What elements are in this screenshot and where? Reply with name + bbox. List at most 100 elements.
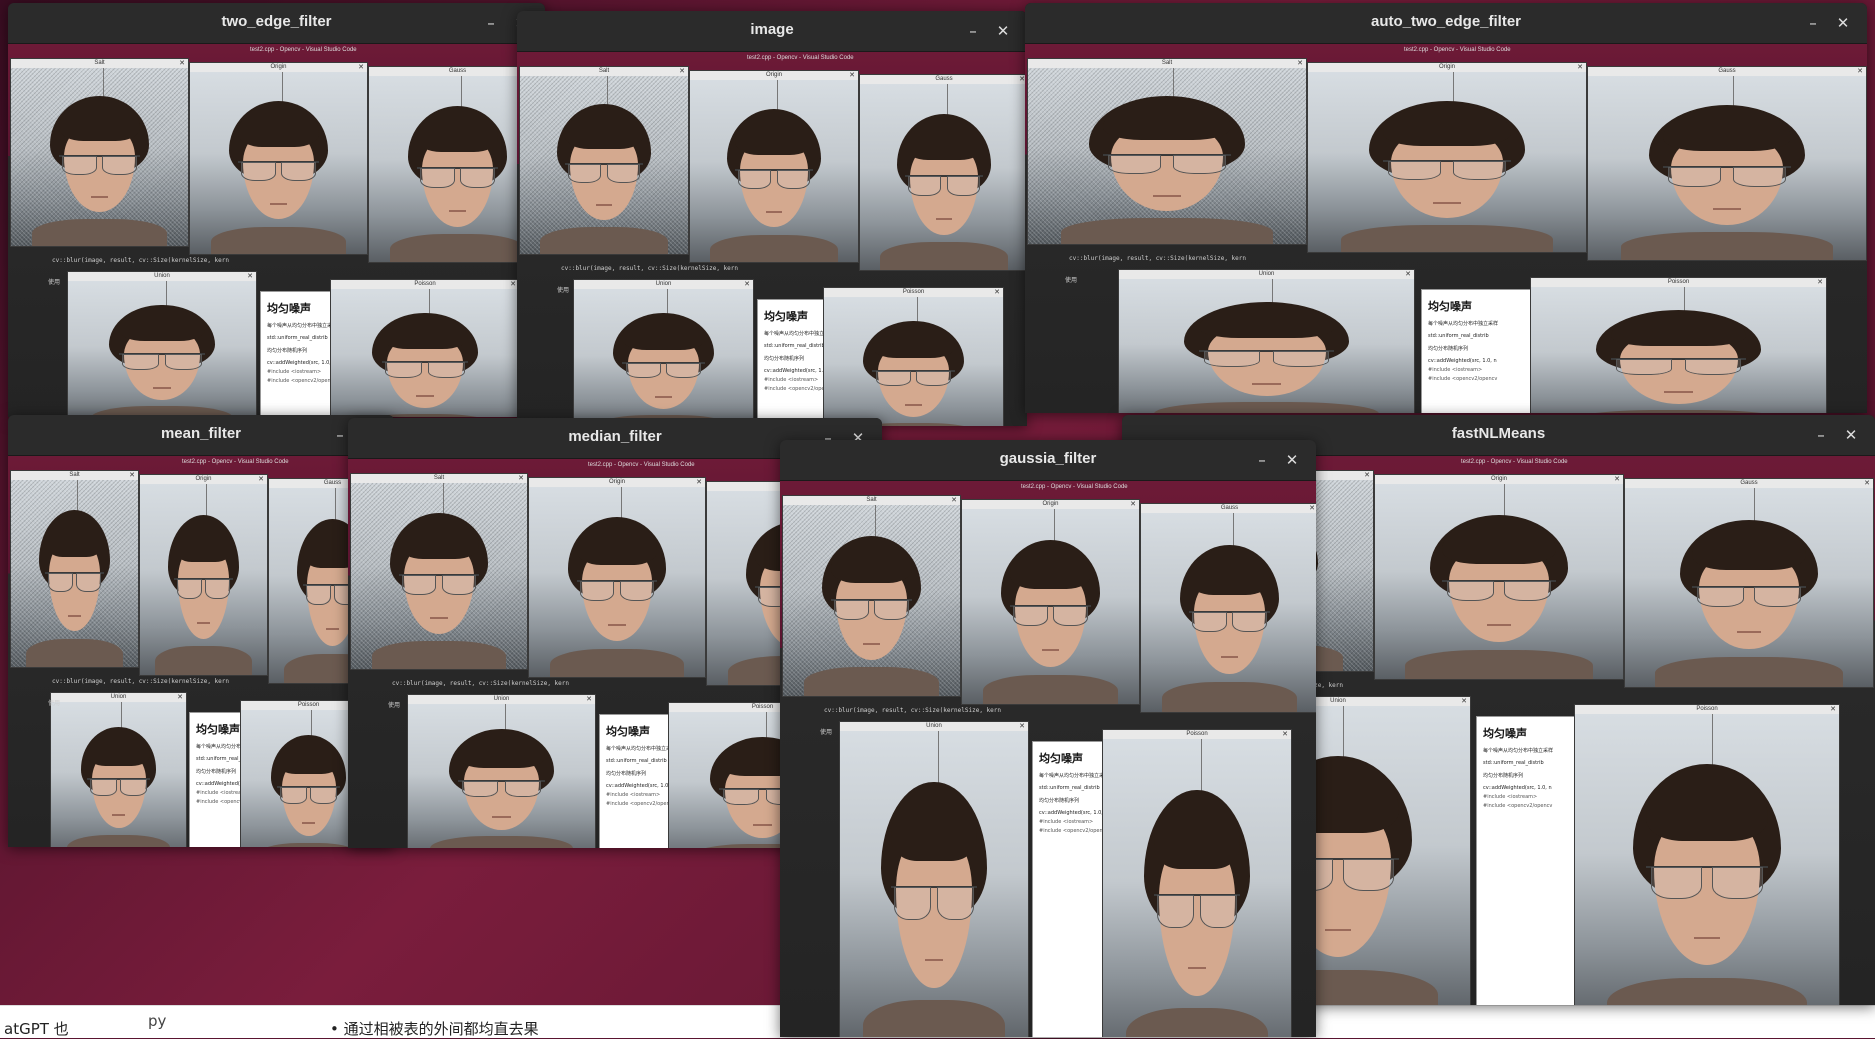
image-window-titlebar[interactable]: Poisson ✕ bbox=[1103, 730, 1291, 739]
minimize-button[interactable]: – bbox=[1803, 13, 1823, 33]
image-window-origin[interactable]: Origin ✕ bbox=[961, 499, 1140, 705]
image-window-union[interactable]: Union ✕ bbox=[839, 721, 1029, 1037]
image-window-titlebar[interactable]: Origin ✕ bbox=[140, 475, 267, 484]
image-window-origin[interactable]: Origin ✕ bbox=[528, 477, 706, 678]
window-titlebar[interactable]: mean_filter–✕ bbox=[8, 415, 394, 456]
close-icon[interactable]: ✕ bbox=[258, 475, 264, 484]
image-window-gauss[interactable]: Gauss✕ bbox=[1587, 66, 1867, 261]
window-two-edge-filter[interactable]: two_edge_filter–✕test2.cpp - Opencv - Vi… bbox=[8, 3, 545, 417]
minimize-button[interactable]: – bbox=[1811, 425, 1831, 445]
image-window-titlebar[interactable]: Union ✕ bbox=[574, 280, 753, 289]
close-icon[interactable]: ✕ bbox=[1405, 270, 1411, 279]
image-window-titlebar[interactable]: Gauss✕ bbox=[860, 75, 1027, 84]
close-icon[interactable]: ✕ bbox=[1309, 504, 1315, 513]
image-window-titlebar[interactable]: Salt ✕ bbox=[783, 496, 960, 505]
image-window-salt[interactable]: Salt ✕ bbox=[519, 66, 689, 255]
close-icon[interactable]: ✕ bbox=[696, 478, 702, 487]
close-icon[interactable]: ✕ bbox=[179, 59, 185, 68]
image-window-union[interactable]: Union ✕ bbox=[573, 279, 754, 426]
image-window-salt[interactable]: Salt ✕ bbox=[10, 58, 189, 247]
close-icon[interactable]: ✕ bbox=[1461, 697, 1467, 706]
close-icon[interactable]: ✕ bbox=[358, 63, 364, 72]
image-window-origin[interactable]: Origin ✕ bbox=[1374, 474, 1624, 680]
window-gaussia-filter[interactable]: gaussia_filter – ✕ test2.cpp - Opencv - Vis… bbox=[780, 440, 1316, 1037]
close-icon[interactable]: ✕ bbox=[951, 496, 957, 505]
image-window-origin[interactable]: Origin ✕ bbox=[1307, 62, 1587, 253]
image-window-origin[interactable]: Origin ✕ bbox=[689, 70, 859, 263]
window-titlebar[interactable]: image – ✕ bbox=[517, 11, 1027, 52]
image-window-titlebar[interactable]: Union ✕ bbox=[408, 695, 595, 704]
image-window-titlebar[interactable]: Poisson ✕ bbox=[1531, 278, 1826, 287]
close-icon[interactable]: ✕ bbox=[1577, 63, 1583, 72]
image-window-titlebar[interactable]: Origin ✕ bbox=[1375, 475, 1623, 484]
minimize-button[interactable]: – bbox=[330, 425, 350, 445]
close-icon[interactable]: ✕ bbox=[849, 71, 855, 80]
window-titlebar[interactable]: two_edge_filter–✕ bbox=[8, 3, 545, 44]
image-window-titlebar[interactable]: Salt ✕ bbox=[1028, 59, 1306, 68]
close-icon[interactable]: ✕ bbox=[1282, 730, 1288, 739]
image-window-union[interactable]: Union ✕ bbox=[1118, 269, 1415, 413]
minimize-button[interactable]: – bbox=[481, 13, 501, 33]
image-window-poisson[interactable]: Poisson ✕ bbox=[1574, 704, 1840, 1005]
minimize-button[interactable]: – bbox=[1252, 450, 1272, 470]
close-icon[interactable]: ✕ bbox=[744, 280, 750, 289]
image-window-origin[interactable]: Origin ✕ bbox=[189, 62, 368, 255]
image-window-titlebar[interactable]: Poisson ✕ bbox=[331, 280, 519, 289]
close-icon[interactable]: ✕ bbox=[994, 288, 1000, 297]
image-window-titlebar[interactable]: Origin ✕ bbox=[962, 500, 1139, 509]
image-window-gauss[interactable]: Gauss✕ bbox=[859, 74, 1027, 271]
window-auto-two-edge-filter[interactable]: auto_two_edge_filter – ✕ test2.cpp - Opencv… bbox=[1025, 3, 1867, 413]
image-window-salt[interactable]: Salt ✕ bbox=[350, 473, 528, 670]
window-mean-filter[interactable]: mean_filter–✕test2.cpp - Opencv - Visual… bbox=[8, 415, 394, 847]
image-window-titlebar[interactable]: Salt ✕ bbox=[351, 474, 527, 483]
close-icon[interactable]: ✕ bbox=[1297, 59, 1303, 68]
close-icon[interactable]: ✕ bbox=[129, 471, 135, 480]
close-icon[interactable]: ✕ bbox=[518, 474, 524, 483]
close-button[interactable]: ✕ bbox=[1833, 13, 1853, 33]
image-window-titlebar[interactable]: Union ✕ bbox=[68, 272, 256, 281]
close-icon[interactable]: ✕ bbox=[1614, 475, 1620, 484]
image-window-titlebar[interactable]: Union ✕ bbox=[1119, 270, 1414, 279]
image-window-union[interactable]: Union ✕ bbox=[67, 271, 257, 417]
image-window-titlebar[interactable]: Poisson ✕ bbox=[824, 288, 1003, 297]
image-window-gauss[interactable]: Gauss✕ bbox=[1624, 478, 1874, 688]
close-icon[interactable]: ✕ bbox=[177, 693, 183, 702]
close-button[interactable]: ✕ bbox=[1841, 425, 1861, 445]
image-window-titlebar[interactable]: Gauss✕ bbox=[1141, 504, 1316, 513]
image-window-titlebar[interactable]: Gauss✕ bbox=[1625, 479, 1873, 488]
image-window-titlebar[interactable]: Union ✕ bbox=[840, 722, 1028, 731]
image-window-union[interactable]: Union ✕ bbox=[50, 692, 187, 847]
close-icon[interactable]: ✕ bbox=[1817, 278, 1823, 287]
image-window-titlebar[interactable]: Origin ✕ bbox=[529, 478, 705, 487]
image-window-salt[interactable]: Salt ✕ bbox=[782, 495, 961, 697]
image-window-salt[interactable]: Salt ✕ bbox=[1027, 58, 1307, 245]
image-window-titlebar[interactable]: Salt ✕ bbox=[11, 471, 138, 480]
image-window-poisson[interactable]: Poisson ✕ bbox=[1530, 277, 1827, 413]
image-window-titlebar[interactable]: Origin ✕ bbox=[1308, 63, 1586, 72]
image-window-origin[interactable]: Origin ✕ bbox=[139, 474, 268, 676]
image-window-salt[interactable]: Salt ✕ bbox=[10, 470, 139, 668]
image-window-titlebar[interactable]: Salt ✕ bbox=[11, 59, 188, 68]
window-image[interactable]: image – ✕ test2.cpp - Opencv - Visual Studi… bbox=[517, 11, 1027, 426]
image-window-titlebar[interactable]: Origin ✕ bbox=[190, 63, 367, 72]
close-icon[interactable]: ✕ bbox=[1830, 705, 1836, 714]
close-icon[interactable]: ✕ bbox=[247, 272, 253, 281]
image-window-poisson[interactable]: Poisson ✕ bbox=[823, 287, 1004, 426]
minimize-button[interactable]: – bbox=[963, 21, 983, 41]
close-icon[interactable]: ✕ bbox=[1130, 500, 1136, 509]
close-icon[interactable]: ✕ bbox=[679, 67, 685, 76]
close-button[interactable]: ✕ bbox=[1282, 450, 1302, 470]
close-button[interactable]: ✕ bbox=[993, 21, 1013, 41]
image-window-poisson[interactable]: Poisson ✕ bbox=[330, 279, 520, 417]
close-icon[interactable]: ✕ bbox=[586, 695, 592, 704]
close-icon[interactable]: ✕ bbox=[1864, 479, 1870, 488]
window-titlebar[interactable]: auto_two_edge_filter – ✕ bbox=[1025, 3, 1867, 44]
image-window-titlebar[interactable]: Union ✕ bbox=[51, 693, 186, 702]
image-window-union[interactable]: Union ✕ bbox=[407, 694, 596, 848]
image-window-titlebar[interactable]: Origin ✕ bbox=[690, 71, 858, 80]
image-window-titlebar[interactable]: Salt ✕ bbox=[520, 67, 688, 76]
close-icon[interactable]: ✕ bbox=[510, 280, 516, 289]
image-window-poisson[interactable]: Poisson ✕ bbox=[1102, 729, 1292, 1037]
close-icon[interactable]: ✕ bbox=[1019, 722, 1025, 731]
close-icon[interactable]: ✕ bbox=[1364, 471, 1370, 480]
